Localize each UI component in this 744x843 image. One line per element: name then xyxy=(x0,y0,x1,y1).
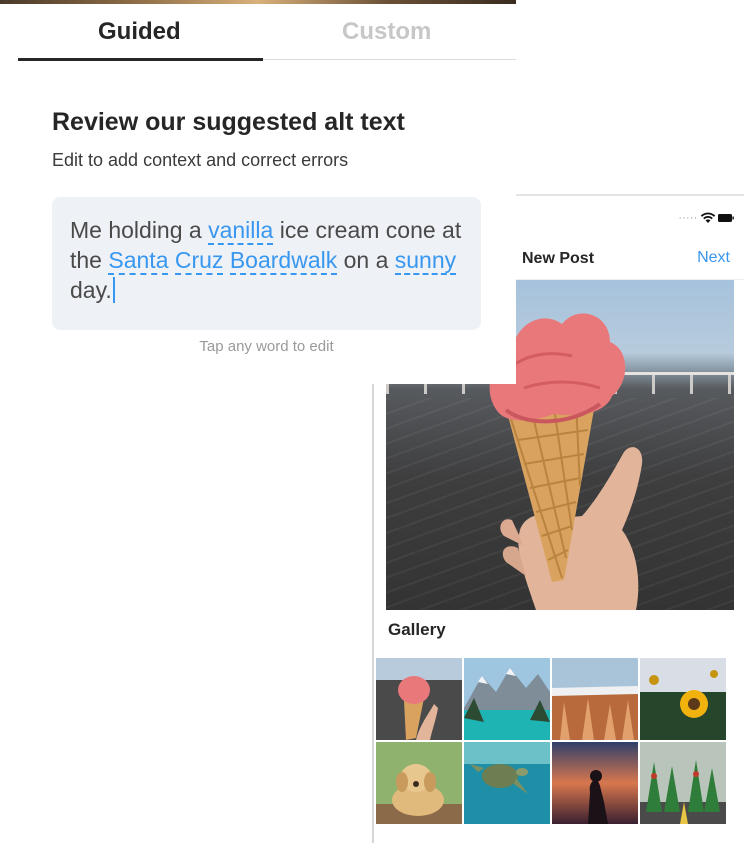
gallery-thumb-canyon[interactable] xyxy=(552,658,638,740)
alt-text-segment xyxy=(223,247,229,273)
editable-word-sunny[interactable]: sunny xyxy=(394,247,457,275)
tab-bar: Guided Custom xyxy=(18,4,516,61)
gallery-grid xyxy=(376,658,730,826)
gallery-thumb-parade[interactable] xyxy=(640,742,726,824)
tab-custom[interactable]: Custom xyxy=(342,18,431,46)
section-subheading: Edit to add context and correct errors xyxy=(52,150,349,170)
alt-text-segment: Me holding a xyxy=(70,217,209,243)
alt-text-segment: day. xyxy=(70,277,112,303)
gallery-thumb-sunflower[interactable] xyxy=(640,658,726,740)
alt-text-segment: on a xyxy=(337,247,395,273)
next-button[interactable]: Next xyxy=(697,249,730,267)
gallery-thumb-mountain-lake[interactable] xyxy=(464,658,550,740)
gallery-thumb-sunset[interactable] xyxy=(552,742,638,824)
section-heading: Review our suggested alt text xyxy=(52,108,405,136)
editable-word-vanilla[interactable]: vanilla xyxy=(208,217,274,245)
editable-word-santa[interactable]: Santa xyxy=(108,247,169,275)
tab-indicator xyxy=(18,58,263,61)
gallery-thumb-sea-turtle[interactable] xyxy=(464,742,550,824)
wifi-icon xyxy=(700,212,716,223)
alt-text-segment xyxy=(168,247,174,273)
signal-icon: ····· xyxy=(678,214,698,224)
page-title: New Post xyxy=(522,250,595,267)
alt-text-field[interactable]: Me holding a vanilla ice cream cone at t… xyxy=(52,197,481,330)
editable-word-cruz[interactable]: Cruz xyxy=(174,247,224,275)
tap-hint: Tap any word to edit xyxy=(199,338,334,355)
editable-word-boardwalk[interactable]: Boardwalk xyxy=(229,247,338,275)
text-cursor xyxy=(112,277,115,303)
gallery-label: Gallery xyxy=(388,620,446,639)
gallery-thumb-puppy[interactable] xyxy=(376,742,462,824)
battery-icon xyxy=(718,214,734,222)
gallery-thumb-ice-cream[interactable] xyxy=(376,658,462,740)
tab-guided[interactable]: Guided xyxy=(98,18,181,46)
alt-text-editor: Guided Custom Review our suggested alt t… xyxy=(0,0,516,384)
